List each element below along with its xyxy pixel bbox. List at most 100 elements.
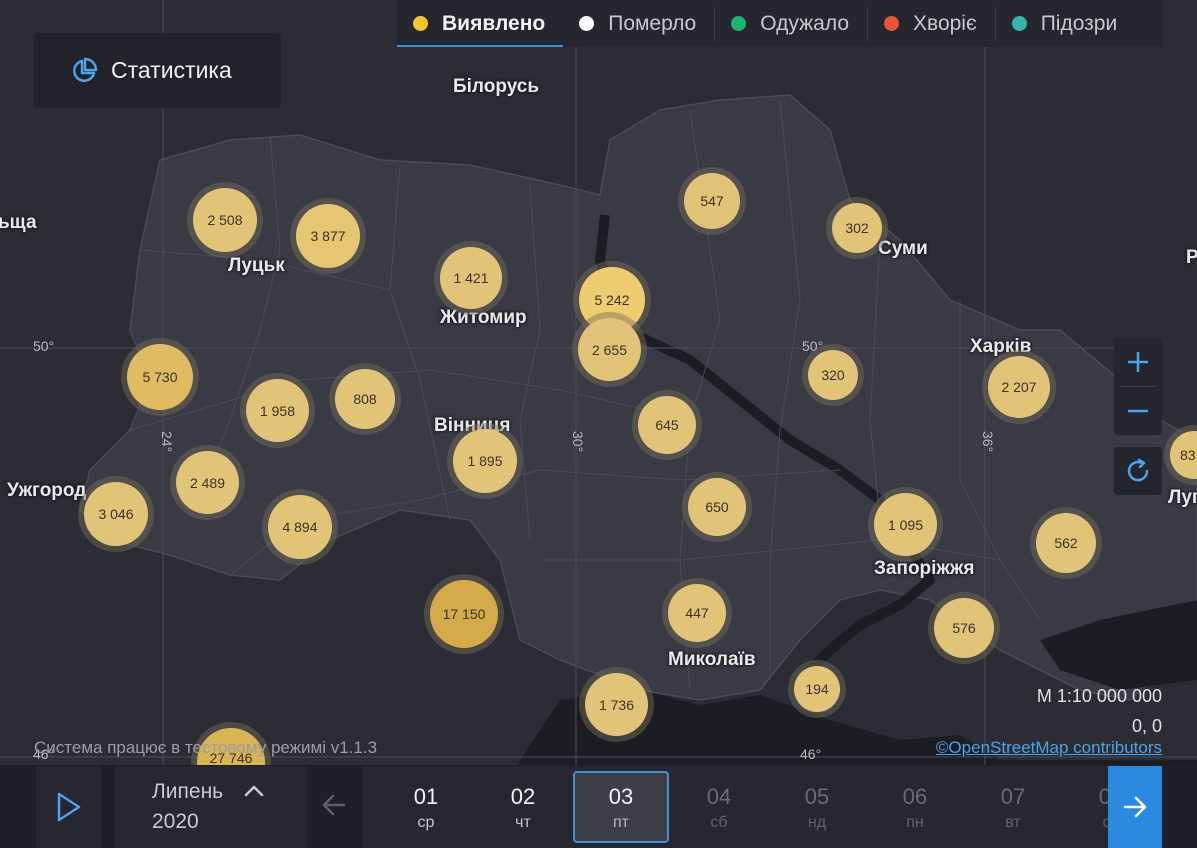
reset-view-button[interactable] bbox=[1114, 447, 1162, 495]
cluster-marker[interactable]: 1 958 bbox=[246, 379, 309, 442]
play-button[interactable] bbox=[36, 766, 101, 848]
day-weekday: пн bbox=[906, 814, 924, 831]
legend-item-deaths[interactable]: Померло bbox=[563, 0, 714, 47]
day-weekday: ср bbox=[417, 814, 435, 831]
cluster-marker[interactable]: 447 bbox=[668, 584, 726, 642]
day-weekday: ср bbox=[1102, 814, 1108, 831]
cluster-marker[interactable]: 302 bbox=[832, 203, 882, 253]
day-03-selected[interactable]: 03 пт bbox=[573, 771, 669, 843]
cluster-marker[interactable]: 320 bbox=[808, 350, 858, 400]
cluster-marker[interactable]: 1 421 bbox=[440, 247, 502, 309]
legend-label: Хворіє bbox=[913, 11, 977, 35]
label-kharkiv: Харків bbox=[970, 336, 1032, 357]
legend-item-detected[interactable]: Виявлено bbox=[397, 0, 564, 47]
legend-label: Виявлено bbox=[442, 11, 546, 35]
green-dot-icon bbox=[731, 16, 747, 31]
layer-legend: Виявлено Померло Одужало Хворіє Підозри bbox=[397, 0, 1162, 47]
red-dot-icon bbox=[884, 16, 900, 31]
legend-item-sick[interactable]: Хворіє bbox=[868, 0, 995, 47]
day-number: 05 bbox=[804, 784, 830, 809]
cluster-marker[interactable]: 1 095 bbox=[874, 493, 937, 556]
cluster-marker[interactable]: 1 895 bbox=[453, 429, 517, 493]
cluster-marker[interactable]: 808 bbox=[335, 369, 395, 429]
day-01[interactable]: 01 ср bbox=[378, 771, 474, 843]
yellow-dot-icon bbox=[413, 16, 428, 31]
label-belarus: Білорусь bbox=[453, 76, 540, 97]
minus-icon bbox=[1128, 409, 1148, 413]
label-luhansk-partial: Луг bbox=[1168, 487, 1197, 508]
scale-readout: M 1:10 000 000 0, 0 bbox=[1037, 681, 1162, 741]
day-number: 07 bbox=[1000, 784, 1026, 809]
label-poland-partial: ьща bbox=[0, 212, 37, 233]
cluster-marker[interactable]: 645 bbox=[638, 396, 696, 454]
cluster-marker[interactable]: 1 736 bbox=[585, 673, 648, 736]
day-05[interactable]: 05 нд bbox=[769, 771, 865, 843]
cluster-marker[interactable]: 2 655 bbox=[578, 318, 641, 381]
day-weekday: сб bbox=[710, 814, 728, 831]
cluster-marker[interactable]: 547 bbox=[684, 173, 740, 229]
cluster-marker[interactable]: 3 877 bbox=[296, 204, 360, 268]
refresh-icon bbox=[1127, 458, 1149, 482]
next-day-button[interactable] bbox=[1108, 766, 1162, 848]
year-label: 2020 bbox=[152, 810, 199, 833]
zoom-out-button[interactable] bbox=[1114, 387, 1162, 435]
arrow-right-icon bbox=[1123, 796, 1147, 818]
previous-day-button[interactable] bbox=[314, 783, 354, 827]
day-number: 06 bbox=[902, 784, 928, 809]
label-sumy: Суми bbox=[878, 238, 928, 259]
legend-label: Підозри bbox=[1040, 11, 1118, 35]
statistics-label: Статистика bbox=[111, 57, 232, 83]
pie-chart-icon bbox=[73, 57, 98, 82]
arrow-left-icon bbox=[322, 794, 346, 816]
zoom-in-button[interactable] bbox=[1114, 338, 1162, 386]
grid-label-lat-46-east: 46° bbox=[800, 746, 822, 762]
label-mykolaiv: Миколаїв bbox=[668, 649, 756, 670]
day-06[interactable]: 06 пн bbox=[867, 771, 963, 843]
day-04[interactable]: 04 сб bbox=[671, 771, 767, 843]
osm-attribution-link[interactable]: ©OpenStreetMap contributors bbox=[936, 738, 1162, 758]
label-zhytomyr: Житомир bbox=[440, 307, 527, 328]
day-number: 03 bbox=[608, 784, 634, 809]
cluster-marker[interactable]: 2 508 bbox=[193, 188, 257, 252]
day-weekday: вт bbox=[1005, 814, 1021, 831]
zoom-controls bbox=[1114, 338, 1162, 435]
label-russia-partial: Р bbox=[1186, 247, 1197, 268]
cluster-marker[interactable]: 2 489 bbox=[176, 451, 239, 514]
cluster-marker[interactable]: 2 207 bbox=[988, 356, 1050, 418]
day-number: 04 bbox=[706, 784, 732, 809]
cluster-marker[interactable]: 4 894 bbox=[268, 495, 332, 559]
label-zaporizhzhia: Запоріжжя bbox=[874, 558, 975, 579]
day-07[interactable]: 07 вт bbox=[965, 771, 1061, 843]
day-02[interactable]: 02 чт bbox=[475, 771, 571, 843]
coords-readout: 0, 0 bbox=[1131, 716, 1162, 736]
day-strip: 01 ср 02 чт 03 пт 04 сб 05 нд 06 пн 07 вт 08 ср bbox=[362, 766, 1108, 848]
play-icon bbox=[57, 792, 80, 822]
cluster-marker[interactable]: 576 bbox=[934, 598, 994, 658]
grid-label-lat-50-west: 50° bbox=[33, 338, 55, 354]
day-weekday: чт bbox=[515, 814, 531, 831]
grid-label-lon-36: 36° bbox=[980, 431, 996, 453]
cluster-marker[interactable]: 5 730 bbox=[127, 344, 193, 410]
cluster-marker[interactable]: 562 bbox=[1036, 513, 1096, 573]
day-number: 08 bbox=[1098, 784, 1108, 809]
cluster-marker[interactable]: 17 150 bbox=[430, 580, 498, 648]
cluster-marker[interactable]: 650 bbox=[688, 478, 746, 536]
legend-item-recovered[interactable]: Одужало bbox=[715, 0, 867, 47]
teal-dot-icon bbox=[1011, 16, 1027, 31]
chevron-up-icon bbox=[244, 785, 264, 797]
day-weekday: пт bbox=[613, 814, 629, 831]
day-number: 01 bbox=[413, 784, 439, 809]
reset-view-control bbox=[1114, 447, 1162, 495]
legend-label: Померло bbox=[608, 11, 697, 35]
grid-label-lat-50-east: 50° bbox=[802, 338, 824, 354]
month-selector[interactable]: Липень 2020 bbox=[115, 766, 306, 848]
plus-icon bbox=[1128, 352, 1148, 372]
legend-item-suspected[interactable]: Підозри bbox=[996, 0, 1136, 47]
cluster-marker[interactable]: 3 046 bbox=[84, 482, 148, 546]
white-dot-icon bbox=[579, 16, 595, 31]
cluster-marker[interactable]: 194 bbox=[794, 666, 840, 712]
test-mode-note: Система працює в тестовому режимі v1.1.3 bbox=[34, 738, 378, 757]
day-08[interactable]: 08 ср bbox=[1063, 771, 1108, 843]
statistics-button[interactable]: Статистика bbox=[34, 33, 281, 108]
scale-label: M 1:10 000 000 bbox=[1036, 686, 1162, 706]
